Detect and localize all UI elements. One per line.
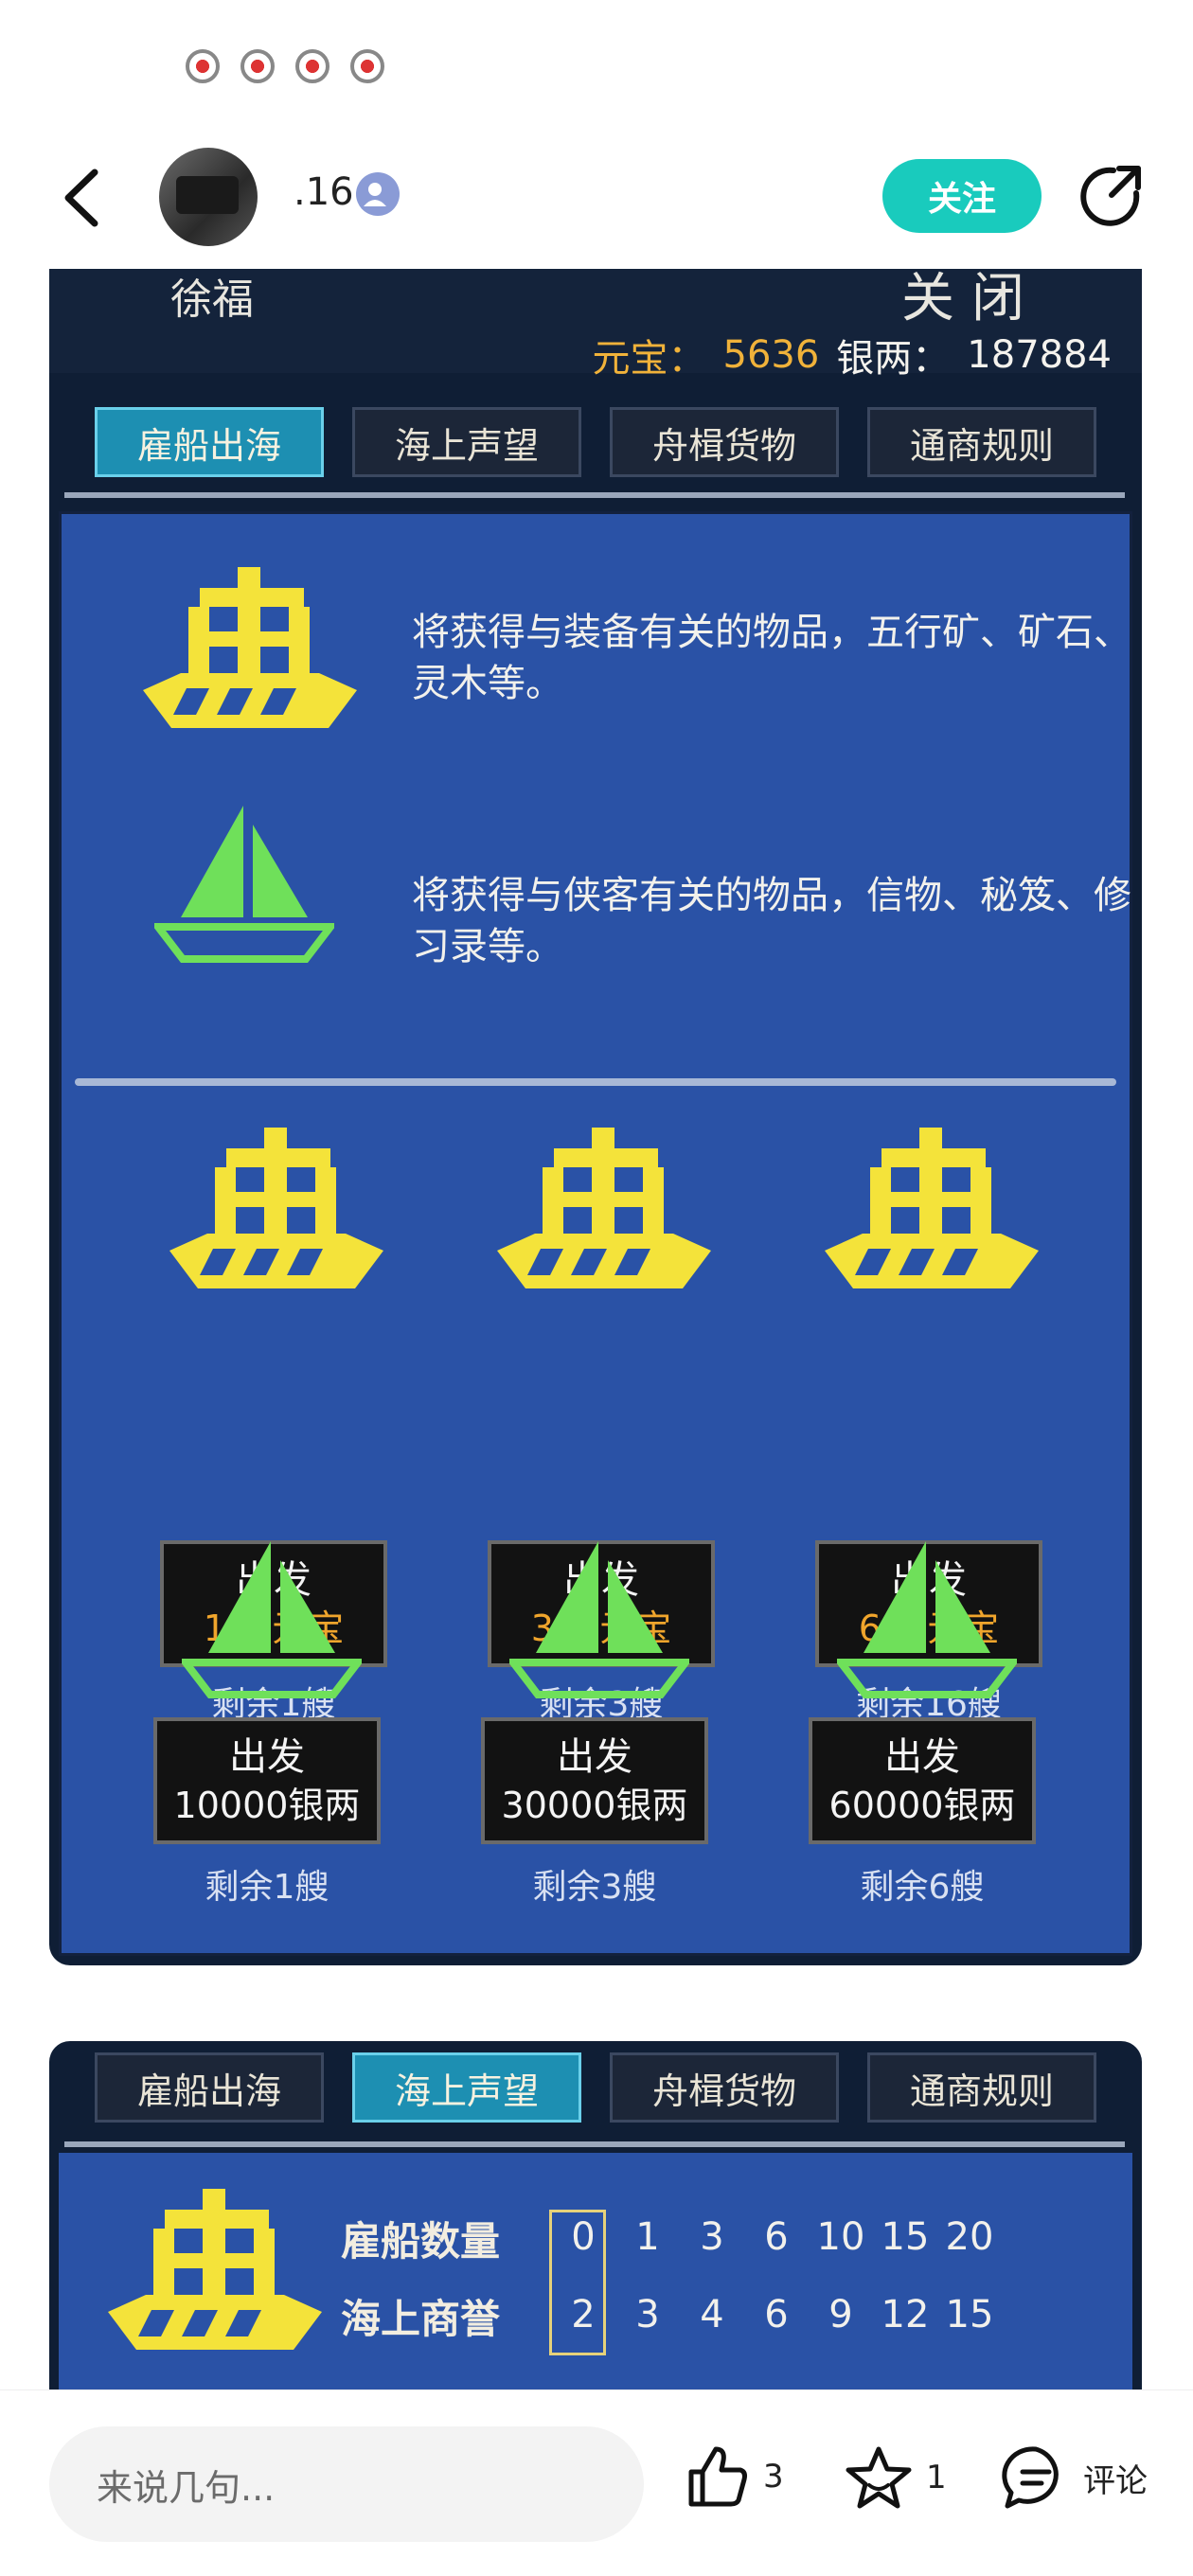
sea-reputation-label: 海上商誉 [341,2296,501,2342]
avatar[interactable] [159,148,258,246]
depart-button-silver-3: 出发 60000银两 [809,1717,1036,1844]
value-cell: 9 [828,2293,853,2336]
comment-input[interactable]: 来说几句... [49,2426,644,2542]
comment-label: 评论 [1083,2461,1148,2500]
value-cell: 15 [881,2215,930,2259]
value-cell: 0 [571,2215,596,2259]
divider [64,2141,1125,2147]
remaining-count: 剩余1艘 [205,1868,329,1907]
junk-ship-icon [143,567,357,728]
depart-label: 出发 [229,1735,305,1779]
depart-cost: 60000银两 [828,1785,1016,1826]
sailboat-icon [509,1541,689,1698]
notification-icon [350,49,384,83]
value-cell: 1 [635,2215,660,2259]
game-tabs: 雇船出海 海上声望 舟楫货物 通商规则 [95,2052,1096,2123]
like-button[interactable]: 3 [684,2443,784,2510]
junk-ship-icon [169,1128,383,1288]
user-badge-icon [356,172,400,216]
close-label: 关闭 [901,269,1042,329]
value-cell: 3 [635,2293,660,2336]
value-cell: 10 [816,2215,865,2259]
username[interactable]: .16 [294,170,354,214]
value-cell: 6 [764,2215,789,2259]
favorite-button[interactable]: 1 [845,2443,947,2512]
tab-sea-reputation: 海上声望 [352,2052,581,2123]
notification-icon [295,49,329,83]
sailboat-icon [182,1541,362,1698]
like-count: 3 [763,2458,784,2496]
comment-button[interactable]: 评论 [1002,2443,1148,2512]
back-arrow-icon[interactable] [57,165,114,231]
depart-label: 出发 [557,1735,632,1779]
gold-value: 5636 [722,333,820,377]
sea-reputation-values: 2 3 4 6 9 12 15 [551,2293,1002,2336]
depart-button-silver-2: 出发 30000银两 [481,1717,708,1844]
tab-ship-goods: 舟楫货物 [610,2052,839,2123]
tab-trade-rules: 通商规则 [867,407,1096,477]
follow-button[interactable]: 关注 [882,159,1042,233]
status-icons [186,49,384,83]
value-cell: 2 [571,2293,596,2336]
junk-ship-icon [497,1128,711,1288]
depart-cost: 10000银两 [173,1785,361,1826]
junk-ship-icon [825,1128,1039,1288]
silver-label: 银两： [836,337,951,381]
game-screenshot-sea-reputation[interactable]: 雇船出海 海上声望 舟楫货物 通商规则 雇船数量 海上商誉 0 1 3 6 10… [49,2041,1142,2401]
currency-display: 元宝： 5636 银两： 187884 [593,328,1113,382]
depart-button-silver-1: 出发 10000银两 [153,1717,381,1844]
favorite-count: 1 [926,2459,947,2496]
comment-bubble-icon [1002,2446,1059,2509]
ship-count-values: 0 1 3 6 10 15 20 [551,2215,1002,2259]
value-cell: 15 [945,2293,994,2336]
thumbs-up-icon [688,2446,747,2507]
divider [64,492,1125,498]
tab-ship-goods: 舟楫货物 [610,407,839,477]
share-icon[interactable] [1077,163,1144,229]
value-cell: 20 [945,2215,994,2259]
ship-count-label: 雇船数量 [341,2218,501,2265]
value-cell: 6 [764,2293,789,2336]
sailboat-icon [837,1541,1017,1698]
notification-icon [240,49,275,83]
remaining-count: 剩余6艘 [860,1868,985,1907]
panel-divider [75,1078,1116,1086]
star-icon [846,2446,912,2509]
post-header: .16 关注 [0,142,1193,256]
depart-label: 出发 [884,1735,960,1779]
depart-cost: 30000银两 [501,1785,688,1826]
tab-hire-ship: 雇船出海 [95,2052,324,2123]
tab-hire-ship: 雇船出海 [95,407,324,477]
value-cell: 12 [881,2293,930,2336]
tab-trade-rules: 通商规则 [867,2052,1096,2123]
value-cell: 4 [700,2293,724,2336]
reputation-panel: 雇船数量 海上商誉 0 1 3 6 10 15 20 2 3 4 6 9 12 … [59,2153,1132,2401]
gold-label: 元宝： [592,337,706,381]
npc-name: 徐福 [170,275,254,324]
sailboat-icon [154,806,334,963]
notification-icon [186,49,220,83]
tab-sea-reputation: 海上声望 [352,407,581,477]
junk-ship-description: 将获得与装备有关的物品，五行矿、矿石、灵木等。 [412,611,1131,705]
remaining-count: 剩余3艘 [532,1868,657,1907]
sailboat-description: 将获得与侠客有关的物品，信物、秘笈、修习录等。 [412,874,1131,968]
silver-value: 187884 [967,333,1112,377]
bottom-action-bar: 来说几句... 3 1 评论 [0,2389,1193,2576]
value-cell: 3 [700,2215,724,2259]
junk-ship-icon [108,2189,322,2350]
game-tabs: 雇船出海 海上声望 舟楫货物 通商规则 [95,407,1096,477]
